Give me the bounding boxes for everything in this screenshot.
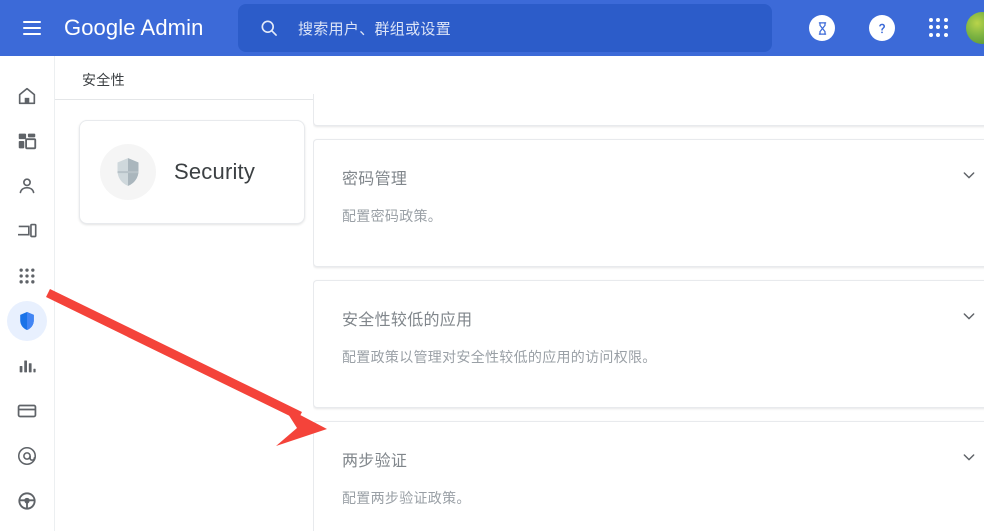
panel-title: 密码管理	[342, 171, 408, 188]
security-card[interactable]: Security	[79, 120, 305, 224]
settings-panel-list: 密码管理 配置密码政策。 安全性较低的应用 配置政策以管理对安全性较低的应用的访…	[313, 94, 984, 531]
sidebar-item-security[interactable]	[7, 301, 47, 341]
sidebar-item-dashboard[interactable]	[7, 121, 47, 161]
apps-grid-slot	[929, 18, 949, 38]
google-admin-security-page: Google Admin 搜索用户、群组或设置 安全性 Security 密码管…	[0, 0, 984, 531]
help-slot	[869, 15, 895, 41]
sidebar-item-reporting[interactable]	[7, 346, 47, 386]
app-brand-title: Google Admin	[64, 15, 204, 40]
panel-clipped-scrolled-above[interactable]	[313, 94, 984, 126]
page-content: 安全性 Security 密码管理 配置密码政策。 安全性较低的应用 配置政策以…	[55, 56, 984, 531]
panel-title: 两步验证	[342, 453, 408, 470]
shield-grayscale-icon	[100, 144, 156, 200]
panel-description: 配置两步验证政策。	[342, 490, 471, 506]
left-navigation-rail	[0, 56, 55, 531]
chevron-down-icon[interactable]	[958, 446, 980, 468]
hourglass-pending-slot	[809, 15, 835, 41]
help-icon[interactable]	[869, 15, 895, 41]
top-app-bar: Google Admin 搜索用户、群组或设置	[0, 0, 984, 56]
panel-less-secure-apps[interactable]: 安全性较低的应用 配置政策以管理对安全性较低的应用的访问权限。	[313, 280, 984, 408]
hamburger-menu-icon[interactable]	[8, 4, 56, 52]
sidebar-item-devices[interactable]	[7, 211, 47, 251]
breadcrumb: 安全性	[82, 72, 125, 88]
search-icon	[259, 18, 279, 38]
panel-description: 配置密码政策。	[342, 208, 443, 224]
panel-two-step-verification[interactable]: 两步验证 配置两步验证政策。	[313, 421, 984, 531]
account-avatar[interactable]	[966, 12, 984, 44]
chevron-down-icon[interactable]	[958, 164, 980, 186]
security-card-label: Security	[174, 159, 256, 184]
panel-title: 安全性较低的应用	[342, 312, 473, 329]
panel-password-management[interactable]: 密码管理 配置密码政策。	[313, 139, 984, 267]
sidebar-item-users[interactable]	[7, 166, 47, 206]
chevron-down-icon[interactable]	[958, 305, 980, 327]
sidebar-item-apps[interactable]	[7, 256, 47, 296]
panel-description: 配置政策以管理对安全性较低的应用的访问权限。	[342, 349, 657, 365]
hourglass-pending-icon[interactable]	[809, 15, 835, 41]
sidebar-item-billing[interactable]	[7, 391, 47, 431]
apps-grid-icon[interactable]	[929, 18, 949, 38]
sidebar-item-admin[interactable]	[7, 481, 47, 521]
sidebar-item-home[interactable]	[7, 76, 47, 116]
sidebar-item-domains[interactable]	[7, 436, 47, 476]
search-input-placeholder[interactable]: 搜索用户、群组或设置	[298, 18, 451, 39]
search-bar[interactable]: 搜索用户、群组或设置	[238, 4, 772, 52]
topbar-actions	[792, 0, 984, 56]
